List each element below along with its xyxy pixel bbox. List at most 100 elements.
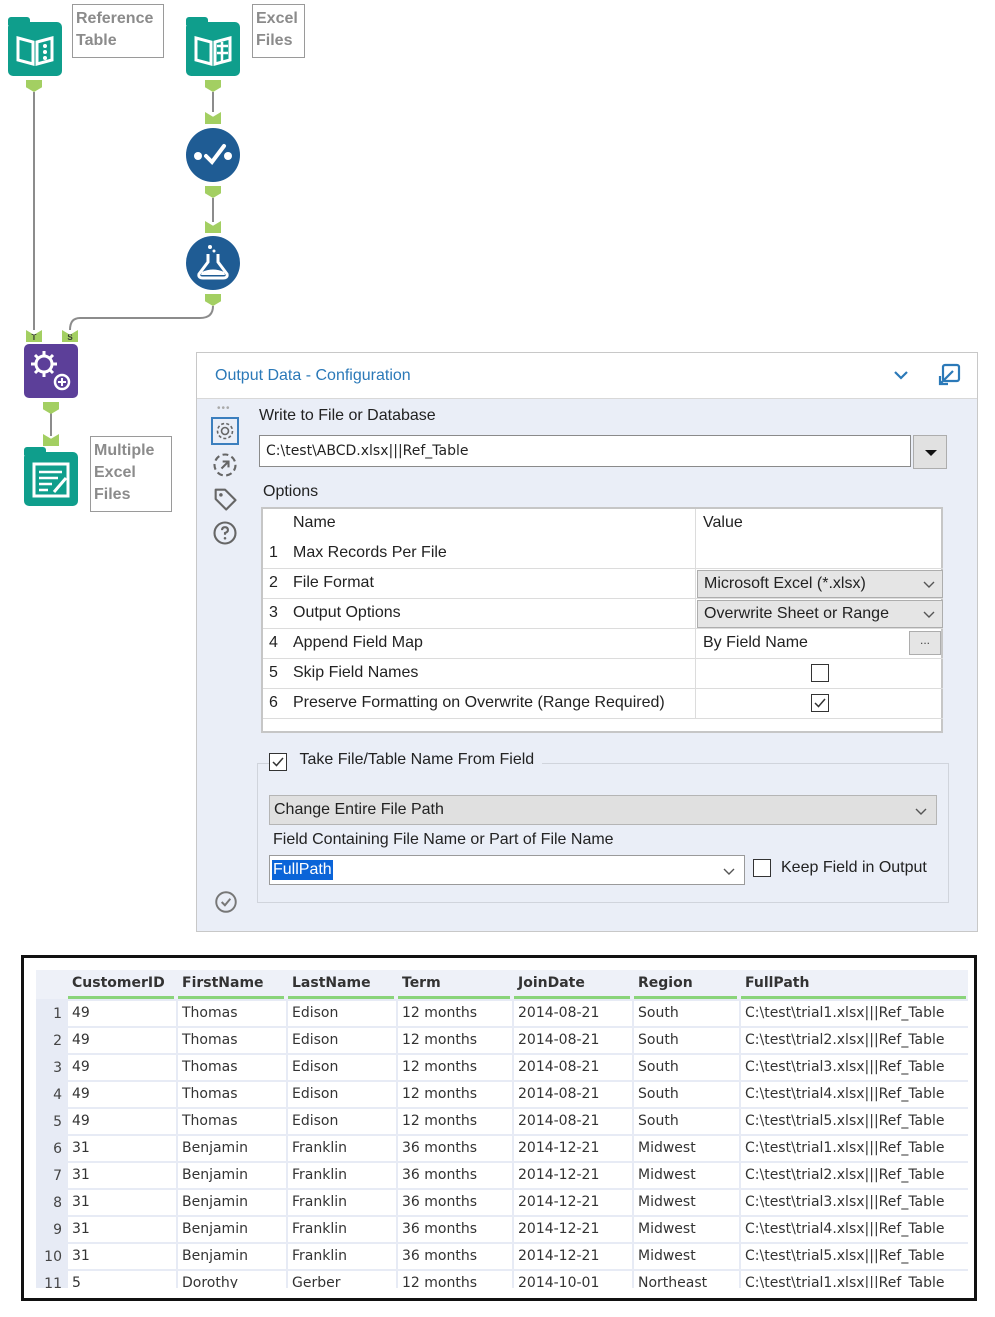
table-cell[interactable]: Franklin xyxy=(288,1136,396,1161)
table-row[interactable]: 4 49 Thomas Edison 12 months 2014-08-21 South C… xyxy=(36,1082,968,1109)
column-header[interactable]: Region xyxy=(634,970,739,999)
annotation-tab[interactable] xyxy=(211,485,239,513)
table-cell[interactable]: Midwest xyxy=(634,1217,739,1242)
file-path-dropdown-button[interactable] xyxy=(913,435,947,469)
table-cell[interactable]: Benjamin xyxy=(178,1190,286,1215)
input-anchor[interactable] xyxy=(205,221,221,233)
more-dots[interactable]: ••• xyxy=(217,403,231,414)
table-cell[interactable]: Thomas xyxy=(178,1001,286,1026)
table-row[interactable]: 8 31 Benjamin Franklin 36 months 2014-12-21 Mi… xyxy=(36,1190,968,1217)
output-anchor[interactable] xyxy=(43,402,59,414)
help-tab[interactable] xyxy=(211,519,239,547)
table-cell[interactable]: 12 months xyxy=(398,1082,512,1107)
table-cell[interactable]: 12 months xyxy=(398,1271,512,1288)
table-cell[interactable]: 2014-10-01 xyxy=(514,1271,632,1288)
table-cell[interactable]: Thomas xyxy=(178,1109,286,1134)
table-cell[interactable]: South xyxy=(634,1082,739,1107)
table-cell[interactable]: Franklin xyxy=(288,1217,396,1242)
column-header[interactable]: JoinDate xyxy=(514,970,632,999)
table-cell[interactable]: Edison xyxy=(288,1109,396,1134)
table-cell[interactable]: Midwest xyxy=(634,1244,739,1269)
input-data-tool[interactable] xyxy=(8,17,62,76)
chevron-down-icon[interactable] xyxy=(889,363,913,387)
table-cell[interactable]: 12 months xyxy=(398,1028,512,1053)
table-cell[interactable]: Gerber xyxy=(288,1271,396,1288)
table-cell[interactable]: 36 months xyxy=(398,1217,512,1242)
table-cell[interactable]: C:\test\trial1.xlsx|||Ref_Table xyxy=(741,1271,968,1288)
table-cell[interactable]: C:\test\trial2.xlsx|||Ref_Table xyxy=(741,1163,968,1188)
table-cell[interactable]: Franklin xyxy=(288,1190,396,1215)
table-row[interactable]: 5 49 Thomas Edison 12 months 2014-08-21 South C… xyxy=(36,1109,968,1136)
table-cell[interactable]: C:\test\trial5.xlsx|||Ref_Table xyxy=(741,1244,968,1269)
table-cell[interactable]: Thomas xyxy=(178,1082,286,1107)
table-cell[interactable]: 12 months xyxy=(398,1055,512,1080)
table-cell[interactable]: 2014-12-21 xyxy=(514,1163,632,1188)
output-anchor[interactable] xyxy=(205,186,221,198)
table-cell[interactable]: 2014-12-21 xyxy=(514,1217,632,1242)
table-cell[interactable]: 49 xyxy=(68,1001,176,1026)
table-cell[interactable]: Benjamin xyxy=(178,1217,286,1242)
configuration-tab[interactable] xyxy=(211,417,239,445)
table-cell[interactable]: 5 xyxy=(68,1271,176,1288)
table-cell[interactable]: South xyxy=(634,1055,739,1080)
input-anchor[interactable] xyxy=(205,112,221,124)
table-cell[interactable]: 12 months xyxy=(398,1109,512,1134)
column-header[interactable]: Term xyxy=(398,970,512,999)
directory-tool[interactable] xyxy=(186,17,240,76)
table-cell[interactable]: C:\test\trial3.xlsx|||Ref_Table xyxy=(741,1055,968,1080)
comment-multiple-excel-files[interactable]: Multiple Excel Files xyxy=(90,436,172,512)
table-cell[interactable]: Franklin xyxy=(288,1163,396,1188)
table-cell[interactable]: C:\test\trial2.xlsx|||Ref_Table xyxy=(741,1028,968,1053)
table-row[interactable]: 7 31 Benjamin Franklin 36 months 2014-12-21 Mi… xyxy=(36,1163,968,1190)
table-cell[interactable]: 2014-12-21 xyxy=(514,1136,632,1161)
skip-field-names-checkbox[interactable] xyxy=(811,664,829,682)
table-cell[interactable]: C:\test\trial4.xlsx|||Ref_Table xyxy=(741,1217,968,1242)
table-cell[interactable]: 2014-08-21 xyxy=(514,1055,632,1080)
table-row[interactable]: 11 5 Dorothy Gerber 12 months 2014-10-01 North… xyxy=(36,1271,968,1288)
table-cell[interactable]: Edison xyxy=(288,1082,396,1107)
table-cell[interactable]: 2014-12-21 xyxy=(514,1190,632,1215)
append-fields-tool[interactable] xyxy=(24,344,78,398)
comment-reference-table[interactable]: Reference Table xyxy=(72,4,164,58)
name-mode-select[interactable]: Change Entire File Path xyxy=(269,795,937,825)
table-cell[interactable]: 31 xyxy=(68,1190,176,1215)
table-cell[interactable]: South xyxy=(634,1028,739,1053)
table-cell[interactable]: Midwest xyxy=(634,1163,739,1188)
table-row[interactable]: 9 31 Benjamin Franklin 36 months 2014-12-21 Mi… xyxy=(36,1217,968,1244)
table-cell[interactable]: Thomas xyxy=(178,1028,286,1053)
table-cell[interactable]: C:\test\trial4.xlsx|||Ref_Table xyxy=(741,1082,968,1107)
table-cell[interactable]: 49 xyxy=(68,1028,176,1053)
target-input-anchor[interactable]: T xyxy=(26,330,42,342)
append-field-map-button[interactable]: ... xyxy=(909,631,941,655)
table-cell[interactable]: 12 months xyxy=(398,1001,512,1026)
table-cell[interactable]: Franklin xyxy=(288,1244,396,1269)
undock-icon[interactable] xyxy=(935,361,963,389)
table-cell[interactable]: South xyxy=(634,1109,739,1134)
keep-field-checkbox[interactable] xyxy=(753,859,771,877)
source-input-anchor[interactable]: S xyxy=(62,330,78,342)
table-cell[interactable]: 31 xyxy=(68,1217,176,1242)
table-row[interactable]: 6 31 Benjamin Franklin 36 months 2014-12-21 Mi… xyxy=(36,1136,968,1163)
table-cell[interactable]: 36 months xyxy=(398,1244,512,1269)
table-cell[interactable]: 2014-08-21 xyxy=(514,1001,632,1026)
table-cell[interactable]: 49 xyxy=(68,1109,176,1134)
table-cell[interactable]: Dorothy xyxy=(178,1271,286,1288)
table-cell[interactable]: Edison xyxy=(288,1001,396,1026)
table-cell[interactable]: Benjamin xyxy=(178,1163,286,1188)
file-format-select[interactable]: Microsoft Excel (*.xlsx) xyxy=(697,570,943,598)
table-cell[interactable]: 36 months xyxy=(398,1190,512,1215)
column-header[interactable]: LastName xyxy=(288,970,396,999)
table-cell[interactable]: 31 xyxy=(68,1136,176,1161)
column-header[interactable]: CustomerID xyxy=(68,970,176,999)
table-cell[interactable]: 36 months xyxy=(398,1163,512,1188)
table-cell[interactable]: 36 months xyxy=(398,1136,512,1161)
preserve-formatting-checkbox[interactable] xyxy=(811,694,829,712)
output-options-select[interactable]: Overwrite Sheet or Range xyxy=(697,600,943,628)
select-tool[interactable] xyxy=(186,128,240,182)
field-name-select[interactable]: FullPath xyxy=(269,855,745,885)
table-row[interactable]: 1 49 Thomas Edison 12 months 2014-08-21 South C… xyxy=(36,1001,968,1028)
table-cell[interactable]: C:\test\trial5.xlsx|||Ref_Table xyxy=(741,1109,968,1134)
table-row[interactable]: 10 31 Benjamin Franklin 36 months 2014-12-21 M… xyxy=(36,1244,968,1271)
output-anchor[interactable] xyxy=(205,294,221,306)
max-records-input[interactable] xyxy=(697,539,943,568)
